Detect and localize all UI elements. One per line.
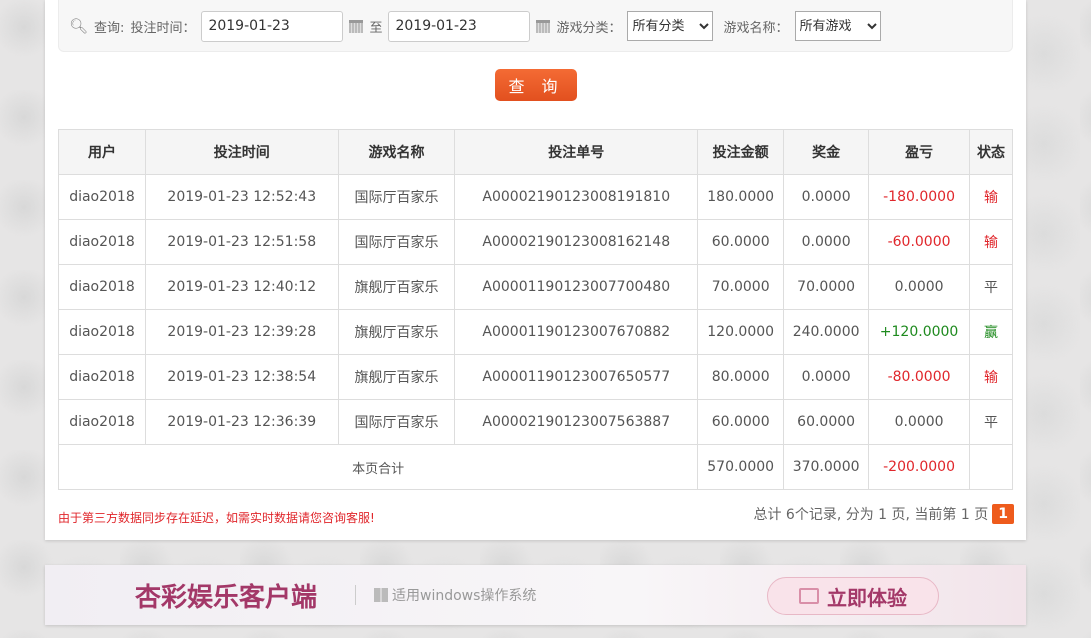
bet-records-panel: 🔍︎ 查询: 投注时间： 至 游戏分类： 所有分类 游戏名称： 所有游戏 查 询…	[45, 0, 1026, 540]
cell-status: 输	[969, 219, 1013, 265]
calendar-icon[interactable]	[536, 19, 551, 33]
time-label: 投注时间：	[130, 20, 196, 36]
cell-status: 输	[969, 174, 1013, 220]
to-label: 至	[369, 20, 383, 36]
cell-profit: +120.0000	[868, 309, 971, 355]
cell-bet-time: 2019-01-23 12:36:39	[144, 399, 339, 445]
banner-subtitle-text: 适用windows操作系统	[392, 588, 537, 604]
total-status	[969, 444, 1013, 490]
header-bonus: 奖金	[783, 129, 870, 175]
cell-user: diao2018	[58, 399, 146, 445]
cell-game-name: 国际厅百家乐	[337, 174, 456, 220]
category-select[interactable]: 所有分类	[627, 11, 714, 41]
cell-bet-time: 2019-01-23 12:51:58	[144, 219, 339, 265]
filter-bar: 🔍︎ 查询: 投注时间： 至 游戏分类： 所有分类 游戏名称： 所有游戏	[58, 0, 1013, 52]
monitor-icon	[799, 588, 819, 604]
total-label: 本页合计	[57, 444, 699, 490]
header-bet-time: 投注时间	[144, 129, 339, 175]
cell-bet-id: A00001190123007650577	[454, 354, 699, 400]
windows-icon	[374, 588, 388, 602]
cell-bonus: 70.0000	[783, 264, 870, 310]
header-bet-amount: 投注金额	[697, 129, 785, 175]
table-row: diao2018 2019-01-23 12:36:39 国际厅百家乐 A000021…	[58, 399, 1013, 445]
end-date-input[interactable]	[388, 10, 531, 42]
table-row: diao2018 2019-01-23 12:52:43 国际厅百家乐 A000021…	[58, 174, 1013, 220]
query-label: 查询:	[94, 20, 125, 36]
search-icon: 🔍︎	[69, 17, 89, 35]
cell-bet-amount: 120.0000	[697, 309, 785, 355]
game-select[interactable]: 所有游戏	[794, 11, 881, 41]
cell-user: diao2018	[58, 219, 146, 265]
client-download-banner: 杏彩娱乐客户端 适用windows操作系统 立即体验	[45, 565, 1026, 625]
cell-bet-amount: 70.0000	[697, 264, 785, 310]
cell-profit: -180.0000	[868, 174, 971, 220]
cell-bonus: 0.0000	[783, 354, 870, 400]
cell-profit: -60.0000	[868, 219, 971, 265]
header-profit: 盈亏	[868, 129, 971, 175]
start-date-input[interactable]	[201, 10, 344, 42]
cell-user: diao2018	[58, 264, 146, 310]
calendar-icon[interactable]	[349, 19, 364, 33]
cell-user: diao2018	[58, 174, 146, 220]
cell-game-name: 旗舰厅百家乐	[337, 309, 456, 355]
cell-user: diao2018	[58, 309, 146, 355]
header-user: 用户	[58, 129, 146, 175]
category-label: 游戏分类：	[556, 20, 622, 36]
try-now-button[interactable]: 立即体验	[767, 577, 939, 615]
cell-bet-id: A00002190123008162148	[454, 219, 699, 265]
cell-bonus: 240.0000	[783, 309, 870, 355]
cell-status: 平	[969, 399, 1013, 445]
banner-title: 杏彩娱乐客户端	[135, 583, 318, 613]
cell-user: diao2018	[58, 354, 146, 400]
cell-bet-time: 2019-01-23 12:40:12	[144, 264, 339, 310]
total-amount: 570.0000	[697, 444, 785, 490]
header-game-name: 游戏名称	[337, 129, 456, 175]
cell-bet-amount: 60.0000	[697, 219, 785, 265]
cell-bet-time: 2019-01-23 12:38:54	[144, 354, 339, 400]
game-label: 游戏名称：	[723, 20, 789, 36]
header-bet-id: 投注单号	[454, 129, 699, 175]
banner-subtitle: 适用windows操作系统	[355, 585, 536, 605]
cell-bet-amount: 60.0000	[697, 399, 785, 445]
table-row: diao2018 2019-01-23 12:39:28 旗舰厅百家乐 A000011…	[58, 309, 1013, 355]
cell-bonus: 0.0000	[783, 219, 870, 265]
cell-bet-id: A00001190123007670882	[454, 309, 699, 355]
cell-bet-time: 2019-01-23 12:39:28	[144, 309, 339, 355]
pagination: 总计 6个记录, 分为 1 页, 当前第 1 页 1	[753, 504, 1014, 524]
table-row: diao2018 2019-01-23 12:51:58 国际厅百家乐 A000021…	[58, 219, 1013, 265]
cell-bonus: 0.0000	[783, 174, 870, 220]
page-1-button[interactable]: 1	[992, 504, 1014, 524]
cell-game-name: 旗舰厅百家乐	[337, 264, 456, 310]
cell-bet-amount: 80.0000	[697, 354, 785, 400]
cell-status: 赢	[969, 309, 1013, 355]
cell-profit: 0.0000	[868, 264, 971, 310]
cell-status: 平	[969, 264, 1013, 310]
try-now-label: 立即体验	[827, 585, 907, 610]
cell-bet-id: A00002190123008191810	[454, 174, 699, 220]
table-row: diao2018 2019-01-23 12:40:12 旗舰厅百家乐 A000011…	[58, 264, 1013, 310]
cell-bet-id: A00002190123007563887	[454, 399, 699, 445]
cell-bet-id: A00001190123007700480	[454, 264, 699, 310]
cell-profit: 0.0000	[868, 399, 971, 445]
total-bonus: 370.0000	[783, 444, 870, 490]
cell-bet-amount: 180.0000	[697, 174, 785, 220]
cell-game-name: 旗舰厅百家乐	[337, 354, 456, 400]
delay-notice: 由于第三方数据同步存在延迟，如需实时数据请您咨询客服!	[58, 511, 375, 525]
cell-profit: -80.0000	[868, 354, 971, 400]
pagination-summary: 总计 6个记录, 分为 1 页, 当前第 1 页	[753, 507, 989, 523]
cell-game-name: 国际厅百家乐	[337, 219, 456, 265]
search-button[interactable]: 查 询	[495, 69, 577, 101]
cell-game-name: 国际厅百家乐	[337, 399, 456, 445]
header-status: 状态	[969, 129, 1013, 175]
table-row: diao2018 2019-01-23 12:38:54 旗舰厅百家乐 A000011…	[58, 354, 1013, 400]
total-row: 本页合计 570.0000 370.0000 -200.0000	[57, 444, 1013, 490]
total-profit: -200.0000	[868, 444, 971, 490]
records-table: 用户 投注时间 游戏名称 投注单号 投注金额 奖金 盈亏 状态 diao2018 2019-01…	[57, 129, 1013, 490]
cell-bet-time: 2019-01-23 12:52:43	[144, 174, 339, 220]
cell-status: 输	[969, 354, 1013, 400]
cell-bonus: 60.0000	[783, 399, 870, 445]
